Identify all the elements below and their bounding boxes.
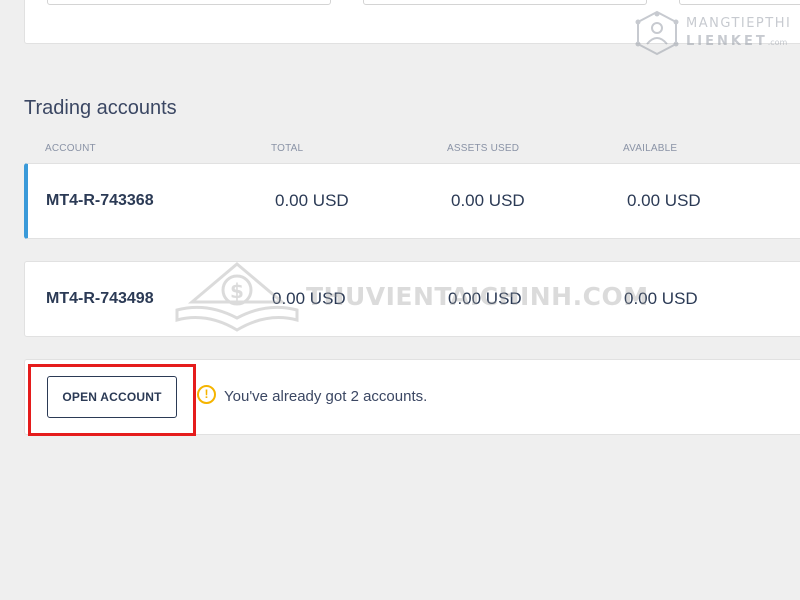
top-field-1[interactable] [47,0,331,5]
account-id: MT4-R-743368 [46,192,154,209]
col-header-total: TOTAL [271,143,304,154]
warning-icon: ! [197,385,216,404]
watermark-line2: LIENKET.com [686,34,787,49]
account-row[interactable]: MT4-R-743368 0.00 USD 0.00 USD 0.00 USD [24,163,800,239]
network-logo-icon [635,10,679,56]
account-limit-message: You've already got 2 accounts. [224,388,428,405]
col-header-available: AVAILABLE [623,143,678,154]
account-available: 0.00 USD [624,289,698,308]
top-field-3[interactable] [679,0,800,5]
account-assets-used: 0.00 USD [451,191,525,210]
account-available: 0.00 USD [627,191,701,210]
col-header-assets-used: ASSETS USED [447,143,520,154]
account-assets-used: 0.00 USD [448,289,522,308]
account-total: 0.00 USD [275,191,349,210]
account-row[interactable]: MT4-R-743498 0.00 USD 0.00 USD 0.00 USD [24,261,800,337]
watermark-line1: MANGTIEPTHI [686,16,792,31]
watermark-line2-suffix: .com [767,38,788,47]
section-title: Trading accounts [24,97,177,119]
col-header-account: ACCOUNT [45,143,96,154]
account-id: MT4-R-743498 [46,290,154,307]
open-account-button[interactable]: OPEN ACCOUNT [47,376,177,418]
top-field-2[interactable] [363,0,647,5]
account-total: 0.00 USD [272,289,346,308]
mangtiepthi-watermark: MANGTIEPTHI LIENKET.com [634,8,792,60]
watermark-line2-text: LIENKET [686,34,768,49]
